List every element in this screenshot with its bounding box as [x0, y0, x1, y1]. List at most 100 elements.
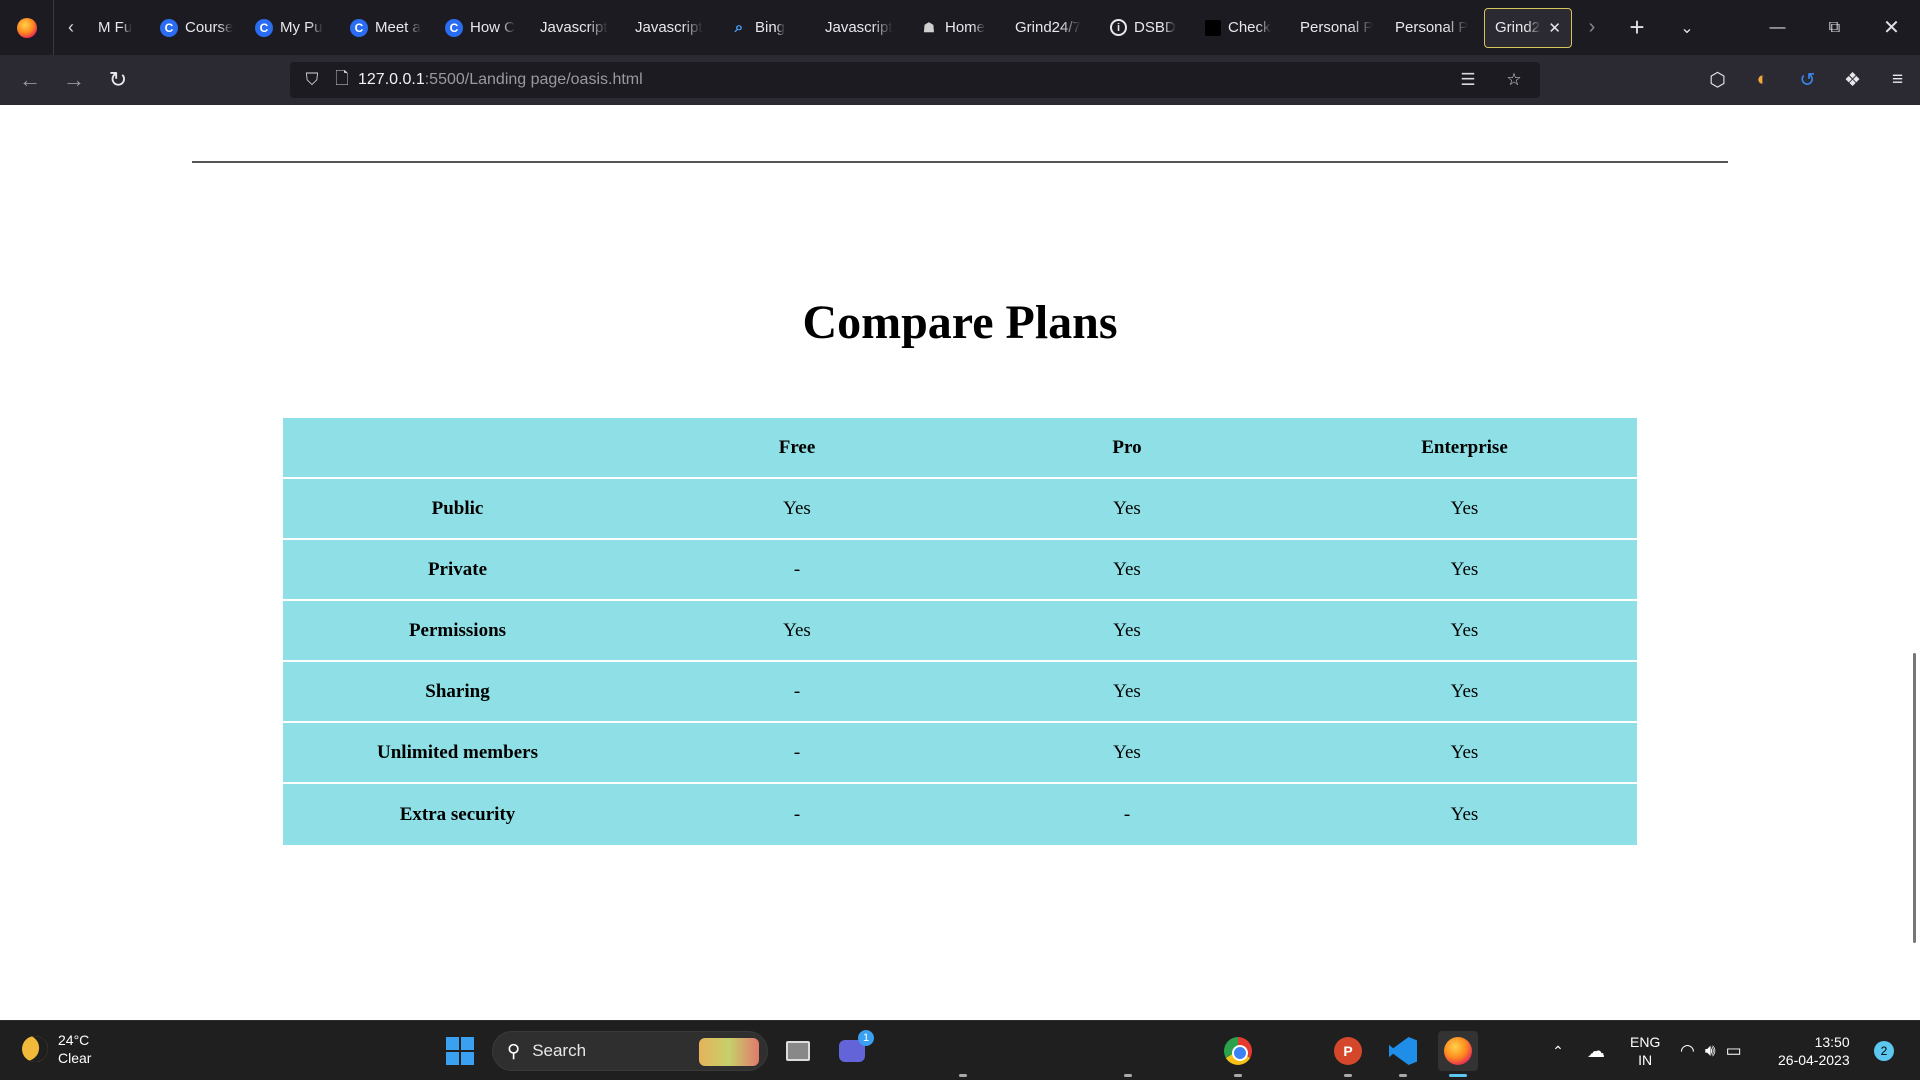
tab-label: Course: [185, 19, 234, 36]
minimize-icon[interactable]: —: [1749, 0, 1806, 55]
tab-label: Home: [945, 19, 986, 36]
extension-badge-icon[interactable]: ◐: [1740, 55, 1785, 105]
section-divider: [192, 161, 1728, 163]
notification-center-badge[interactable]: 2: [1874, 1041, 1894, 1061]
battery-icon[interactable]: ▭: [1726, 1041, 1742, 1061]
plan-value-cell: Yes: [632, 601, 962, 662]
tab[interactable]: C Meet a: [340, 8, 435, 48]
taskbar-search[interactable]: ⚲ Search: [492, 1031, 768, 1071]
tab-strip: ‹ M Fu C Course C My Pu C Meet a C How C Javascri…: [0, 0, 1920, 55]
firefox-taskbar-button[interactable]: [1438, 1031, 1478, 1071]
taskbar-indicator: [959, 1074, 967, 1077]
forward-icon[interactable]: →: [52, 55, 96, 105]
system-clock[interactable]: 13:50 26-04-2023: [1778, 1033, 1850, 1069]
plan-column-header: Pro: [962, 418, 1292, 479]
tab[interactable]: M Fu: [88, 8, 150, 48]
volume-icon[interactable]: 🔊︎: [1705, 1041, 1716, 1061]
plan-value-cell: Yes: [962, 662, 1292, 723]
table-header-row: Free Pro Enterprise: [283, 418, 1637, 479]
pocket-icon[interactable]: ⬡: [1695, 55, 1740, 105]
plan-column-header: Enterprise: [1292, 418, 1637, 479]
tab-active[interactable]: Grind24/7 ✕: [1484, 7, 1572, 48]
tab-label: M Fu: [98, 19, 133, 36]
tab[interactable]: C How C: [435, 8, 530, 48]
powerpoint-button[interactable]: P: [1328, 1031, 1368, 1071]
tab[interactable]: C Course: [150, 8, 245, 48]
start-button[interactable]: [446, 1037, 474, 1065]
tab[interactable]: Javascript: [530, 8, 625, 48]
region-code: IN: [1638, 1052, 1653, 1068]
wifi-icon[interactable]: ◠: [1680, 1041, 1695, 1061]
chrome-button[interactable]: [1218, 1031, 1258, 1071]
c-icon: C: [160, 18, 178, 37]
page-title: Compare Plans: [802, 296, 1118, 349]
table-row: Permissions Yes Yes Yes: [283, 601, 1637, 662]
taskbar-indicator: [1399, 1074, 1407, 1077]
scroll-tabs-right-icon[interactable]: ›: [1572, 0, 1612, 55]
firefox-menu-icon[interactable]: [0, 0, 54, 55]
app-menu-icon[interactable]: ≡: [1875, 55, 1920, 105]
weather-widget[interactable]: 24°C Clear: [18, 1031, 92, 1067]
close-tab-icon[interactable]: ✕: [1548, 19, 1561, 37]
show-hidden-icons[interactable]: ⌃: [1548, 1043, 1568, 1060]
language-code: ENG: [1630, 1034, 1661, 1050]
address-bar[interactable]: ⛉ 🗋 127.0.0.1:5500/Landing page/oasis.ht…: [290, 62, 1540, 98]
tab[interactable]: Personal P: [1385, 8, 1480, 48]
table-row: Public Yes Yes Yes: [283, 479, 1637, 540]
tab-label: How C: [470, 19, 516, 36]
tab[interactable]: C My Pu: [245, 8, 340, 48]
tab[interactable]: Grind24/7: [1005, 8, 1100, 48]
language-indicator[interactable]: ENG IN: [1630, 1033, 1660, 1069]
extensions-puzzle-icon[interactable]: ❖: [1830, 55, 1875, 105]
taskbar-active-indicator: [1449, 1074, 1467, 1077]
vscode-button[interactable]: [1383, 1031, 1423, 1071]
plan-value-cell: Yes: [1292, 723, 1637, 784]
plan-value-cell: Yes: [632, 479, 962, 540]
close-window-icon[interactable]: ✕: [1863, 0, 1920, 55]
page-info-icon[interactable]: 🗋: [330, 62, 354, 98]
firefox-icon: [1444, 1037, 1472, 1065]
tabs-list: M Fu C Course C My Pu C Meet a C How C Javascript…: [88, 0, 1480, 55]
tab[interactable]: Personal P: [1290, 8, 1385, 48]
task-view-button[interactable]: [778, 1031, 818, 1071]
task-view-icon: [786, 1041, 810, 1061]
clock-time: 13:50: [1814, 1034, 1850, 1050]
tab[interactable]: ☗ Home: [910, 8, 1005, 48]
plan-value-cell: Yes: [1292, 662, 1637, 723]
taskbar-indicator: [1234, 1074, 1242, 1077]
extension-c-icon[interactable]: ↺: [1785, 55, 1830, 105]
tab[interactable]: Check: [1195, 8, 1290, 48]
tab-label: Javascript: [825, 19, 893, 36]
onedrive-icon[interactable]: ☁: [1576, 1041, 1616, 1062]
feature-name-cell: Private: [283, 540, 632, 601]
plan-value-cell: Yes: [1292, 540, 1637, 601]
tab[interactable]: ⌕ Bing: [720, 8, 815, 48]
tab[interactable]: i DSBD: [1100, 8, 1195, 48]
url-text[interactable]: 127.0.0.1:5500/Landing page/oasis.html: [358, 71, 643, 89]
weather-condition: Clear: [58, 1050, 92, 1066]
scroll-tabs-left-icon[interactable]: ‹: [54, 0, 88, 55]
list-all-tabs-icon[interactable]: ⌄: [1662, 0, 1712, 55]
feature-name-cell: Public: [283, 479, 632, 540]
plan-value-cell: Yes: [1292, 784, 1637, 845]
tab[interactable]: Javascript: [815, 8, 910, 48]
shield-icon[interactable]: ⛉: [294, 62, 330, 98]
feature-name-cell: Sharing: [283, 662, 632, 723]
search-highlight-image: [699, 1038, 759, 1066]
tab[interactable]: Javascript: [625, 8, 720, 48]
page-scrollbar[interactable]: [1913, 653, 1916, 943]
tab-label: My Pu: [280, 19, 323, 36]
restore-icon[interactable]: ⧉: [1806, 0, 1863, 55]
reload-icon[interactable]: ↻: [96, 55, 140, 105]
back-icon[interactable]: ←: [8, 55, 52, 105]
bookmark-star-icon[interactable]: ☆: [1496, 62, 1532, 98]
teams-chat-button[interactable]: 1: [832, 1030, 874, 1071]
taskbar-indicator: [1124, 1074, 1132, 1077]
reader-view-icon[interactable]: ☰: [1450, 62, 1486, 98]
feature-column-header: [283, 418, 632, 479]
new-tab-icon[interactable]: +: [1612, 0, 1662, 55]
plan-value-cell: -: [632, 784, 962, 845]
table-row: Extra security - - Yes: [283, 784, 1637, 845]
table-row: Sharing - Yes Yes: [283, 662, 1637, 723]
c-icon: C: [445, 18, 463, 37]
